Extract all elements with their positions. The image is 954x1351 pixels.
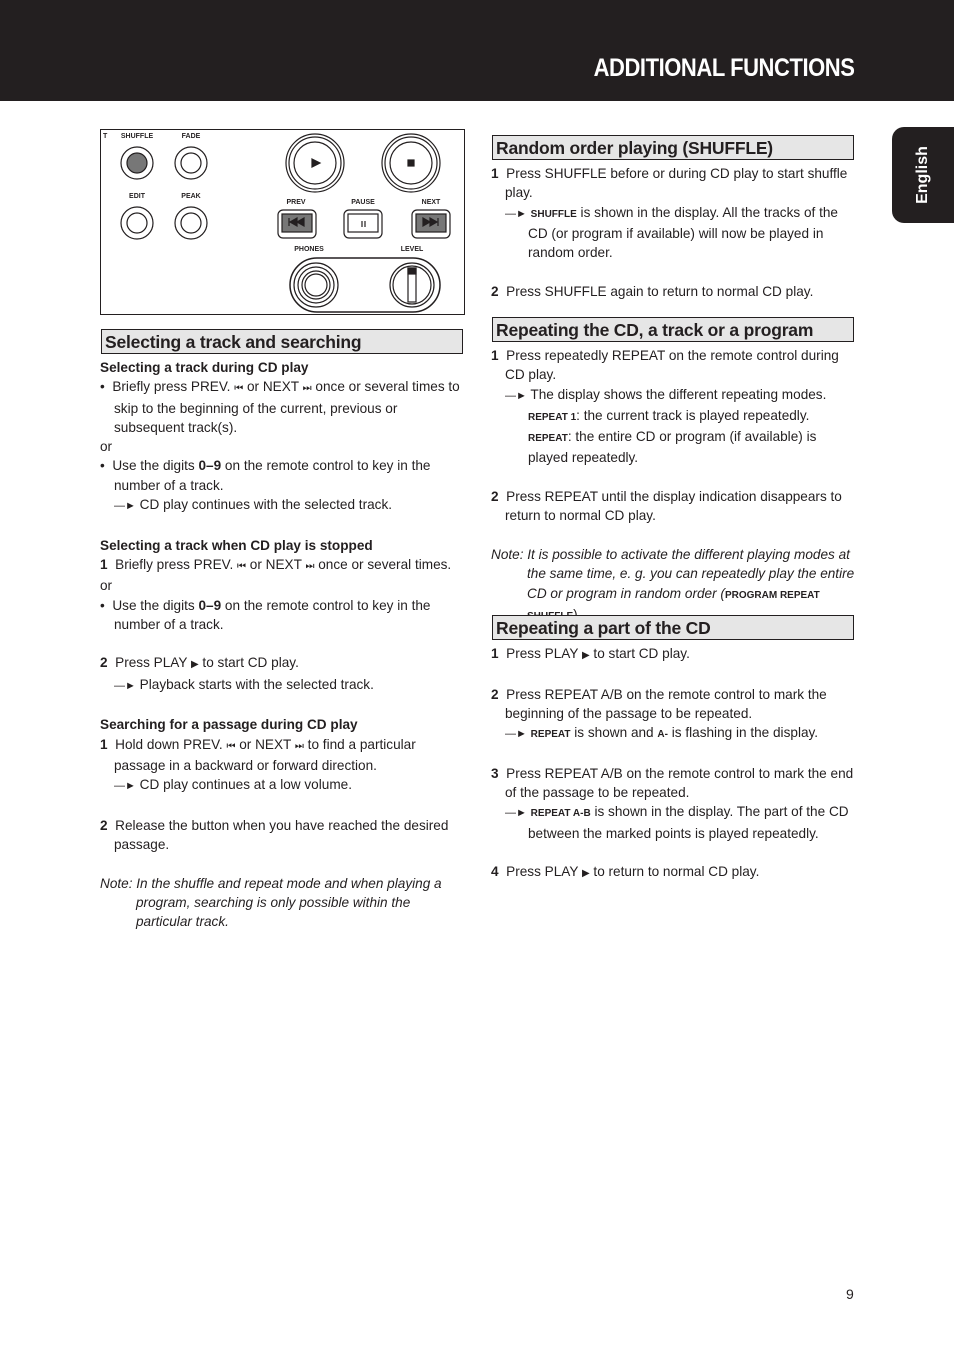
section-heading-shuffle: Random order playing (SHUFFLE) (492, 135, 854, 160)
step-item: 2 Release the button when you have reach… (100, 817, 449, 853)
pause-button (343, 209, 383, 239)
arrow-icon: —► (505, 728, 527, 741)
subheading: Selecting a track when CD play is stoppe… (100, 537, 373, 553)
panel-label-fade: FADE (181, 133, 201, 140)
step-item: 1 Press SHUFFLE before or during CD play… (491, 166, 848, 201)
result-line: —► REPEAT is shown and A- is flashing in… (505, 725, 819, 741)
stop-button (381, 133, 441, 193)
front-panel-illustration: T SHUFFLE FADE EDIT PEAK PREV PAUSE NEXT… (100, 129, 465, 315)
panel-label-cut: T (103, 133, 108, 140)
left-column: Selecting a track during CD play • Brief… (100, 358, 468, 932)
panel-label-peak: PEAK (181, 193, 201, 200)
arrow-icon: —► (114, 679, 136, 692)
subheading: Selecting a track during CD play (100, 360, 309, 375)
play-icon: ▶ (581, 868, 590, 880)
panel-label-next: NEXT (421, 199, 441, 206)
pause-icon (361, 221, 366, 227)
panel-label-edit: EDIT (129, 193, 145, 200)
section-heading-selecting: Selecting a track and searching (101, 329, 463, 354)
note-text: Note: In the shuffle and repeat mode and… (100, 875, 442, 930)
prev-button (277, 209, 317, 239)
play-icon: ▶ (190, 659, 199, 671)
arrow-icon: —► (114, 780, 136, 793)
play-button (285, 133, 345, 193)
arrow-icon: —► (505, 207, 527, 220)
step-item: 1 Press repeatedly REPEAT on the remote … (491, 348, 839, 383)
shuffle-button (120, 146, 154, 180)
step-item: 2 Press REPEAT A/B on the remote control… (491, 686, 827, 721)
mode-line: REPEAT: the entire CD or program (if ava… (528, 429, 817, 466)
shuffle-section: 1 Press SHUFFLE before or during CD play… (491, 164, 855, 301)
prev-icon: ⏮ (237, 560, 247, 572)
prev-icon: ⏮ (234, 383, 244, 395)
phones-jack (293, 262, 339, 308)
arrow-icon: —► (114, 500, 136, 513)
language-label: English (914, 146, 931, 204)
panel-label-prev: PREV (286, 199, 306, 206)
page-header: ADDITIONAL FUNCTIONS (0, 0, 954, 101)
result-line: —► REPEAT A-B is shown in the display. T… (505, 804, 849, 841)
mode-line: REPEAT 1: the current track is played re… (528, 407, 810, 423)
note-text: Note: It is possible to activate the dif… (491, 546, 855, 622)
result-line: —► Playback starts with the selected tra… (114, 676, 374, 692)
result-line: —► The display shows the different repea… (505, 386, 827, 402)
phones-level-housing (289, 257, 441, 313)
repeat-section: 1 Press repeatedly REPEAT on the remote … (491, 346, 855, 626)
arrow-icon: —► (505, 389, 527, 402)
arrow-icon: —► (505, 807, 527, 820)
bullet-item: • Use the digits 0–9 on the remote contr… (100, 458, 431, 493)
panel-drawing (120, 133, 451, 313)
bullet-item: • Briefly press PREV. ⏮ or NEXT ⏭ once o… (100, 379, 460, 435)
step-item: 1 Press PLAY ▶ to start CD play. (491, 646, 690, 661)
stop-icon (407, 159, 415, 167)
or-text: or (100, 439, 113, 455)
next-button (411, 209, 451, 239)
panel-label-pause: PAUSE (351, 199, 375, 206)
step-item: 2 Press REPEAT until the display indicat… (491, 489, 842, 524)
step-item: 2 Press PLAY ▶ to start CD play. (100, 655, 299, 671)
repeat-ab-section: 1 Press PLAY ▶ to start CD play. 2 Press… (491, 644, 855, 884)
step-item: 1 Hold down PREV. ⏮ or NEXT ⏭ to find a … (100, 736, 416, 773)
level-knob (389, 262, 435, 308)
play-icon: ▶ (581, 650, 590, 661)
bullet-icon: • (100, 597, 105, 613)
section-heading-repeat: Repeating the CD, a track or a program (492, 317, 854, 342)
page-number: 9 (846, 1286, 854, 1302)
step-item: 1 Briefly press PREV. ⏮ or NEXT ⏭ once o… (100, 556, 452, 572)
step-item: 4 Press PLAY ▶ to return to normal CD pl… (491, 864, 760, 880)
result-line: —► SHUFFLE is shown in the display. All … (505, 204, 838, 261)
bullet-icon: • (100, 458, 105, 474)
play-icon (311, 158, 322, 168)
bullet-item: • Use the digits 0–9 on the remote contr… (100, 597, 431, 632)
bullet-icon: • (100, 379, 105, 395)
peak-button (174, 206, 208, 240)
step-item: 3 Press REPEAT A/B on the remote control… (491, 765, 854, 801)
language-tab: English (892, 127, 954, 223)
next-icon: ⏭ (294, 740, 304, 752)
fade-button (174, 146, 208, 180)
panel-label-phones: PHONES (294, 246, 324, 253)
edit-button (120, 206, 154, 240)
subheading: Searching for a passage during CD play (100, 717, 358, 733)
result-line: —► CD play continues at a low volume. (114, 777, 352, 793)
section-heading-repeat-ab: Repeating a part of the CD (492, 615, 854, 640)
page-title: ADDITIONAL FUNCTIONS (593, 54, 854, 82)
panel-label-level: LEVEL (400, 246, 424, 253)
result-line: —► CD play continues with the selected t… (114, 497, 393, 513)
or-text: or (100, 578, 113, 594)
step-item: 2 Press SHUFFLE again to return to norma… (491, 283, 814, 299)
panel-label-shuffle: SHUFFLE (120, 133, 154, 140)
next-icon: ⏭ (302, 383, 312, 395)
